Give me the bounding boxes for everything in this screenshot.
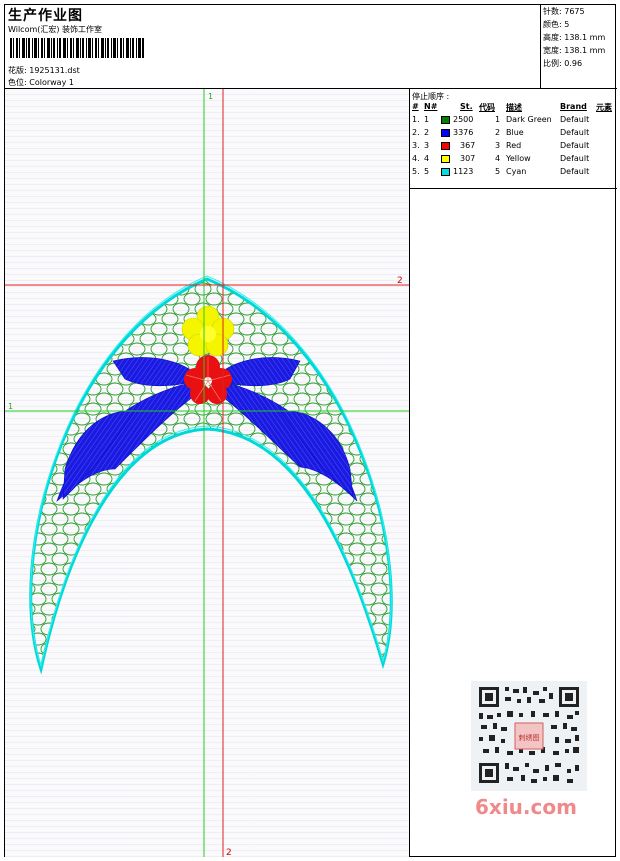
row-stitches: 367	[460, 141, 476, 150]
row-desc: Dark Green	[506, 115, 552, 124]
stop-sequence-title: 停止顺序 :	[412, 92, 450, 101]
col-brand-header: Brand	[560, 102, 587, 111]
design-preview: 1 1 2 2	[5, 89, 410, 857]
row-code: 4	[495, 154, 501, 163]
row-num: 3.	[412, 141, 420, 150]
design-filename: 花版: 1925131.dst	[8, 66, 80, 75]
row-num: 4.	[412, 154, 420, 163]
header-panel: 生产作业图 Wilcom(汇宏) 装饰工作室 花版: 1925131.dst 色…	[5, 5, 541, 89]
row-desc: Red	[506, 141, 522, 150]
color-swatch	[441, 116, 450, 124]
col-code-header: 代码	[479, 103, 495, 112]
row-code: 3	[495, 141, 501, 150]
table-row: 2. 2 3376 2 Blue Default	[410, 128, 617, 140]
row-brand: Default	[560, 141, 590, 150]
row-no: 2	[424, 128, 430, 137]
stop-sequence-panel: 停止顺序 : # N# St. 代码 描述 Brand 元素 1. 1 2500…	[410, 89, 617, 189]
qr-code: 刺绣图	[471, 681, 587, 791]
stitch-count: 针数: 7675	[543, 7, 585, 16]
worksheet: 生产作业图 Wilcom(汇宏) 装饰工作室 花版: 1925131.dst 色…	[4, 4, 617, 857]
row-stitches: 1123	[453, 167, 474, 176]
color-count: 颜色: 5	[543, 20, 570, 29]
row-code: 5	[495, 167, 501, 176]
design-height: 高度: 138.1 mm	[543, 33, 606, 42]
page-title: 生产作业图	[8, 8, 83, 24]
row-no: 4	[424, 154, 430, 163]
row-desc: Yellow	[506, 154, 531, 163]
red-vertical-label: 2	[226, 848, 232, 857]
green-horizontal-label: 1	[8, 402, 13, 411]
row-brand: Default	[560, 128, 590, 137]
row-no: 3	[424, 141, 430, 150]
barcode	[10, 38, 144, 58]
design-scale: 比例: 0.96	[543, 59, 583, 68]
qr-badge-text: 刺绣图	[519, 733, 540, 742]
color-swatch	[441, 155, 450, 163]
row-brand: Default	[560, 167, 590, 176]
row-desc: Blue	[506, 128, 524, 137]
row-code: 1	[495, 115, 501, 124]
table-row: 4. 4 307 4 Yellow Default	[410, 154, 617, 166]
color-swatch	[441, 142, 450, 150]
embroidery-design: 1 1 2 2	[5, 89, 409, 857]
row-stitches: 307	[460, 154, 476, 163]
row-num: 1.	[412, 115, 420, 124]
row-num: 5.	[412, 167, 420, 176]
row-stitches: 2500	[453, 115, 474, 124]
row-no: 5	[424, 167, 430, 176]
row-code: 2	[495, 128, 501, 137]
col-num-header: #	[412, 102, 419, 111]
red-horizontal-label: 2	[397, 276, 403, 286]
green-vertical-label: 1	[208, 92, 213, 101]
colorway-label: 色位: Colorway 1	[8, 78, 74, 87]
table-row: 1. 1 2500 1 Dark Green Default	[410, 115, 617, 127]
stats-panel: 针数: 7675 颜色: 5 高度: 138.1 mm 宽度: 138.1 mm…	[541, 5, 617, 89]
row-brand: Default	[560, 154, 590, 163]
row-no: 1	[424, 115, 430, 124]
row-stitches: 3376	[453, 128, 474, 137]
col-no-header: N#	[424, 102, 438, 111]
color-swatch	[441, 168, 450, 176]
table-row: 5. 5 1123 5 Cyan Default	[410, 167, 617, 179]
col-desc-header: 描述	[506, 103, 522, 112]
design-width: 宽度: 138.1 mm	[543, 46, 606, 55]
col-st-header: St.	[460, 102, 473, 111]
row-brand: Default	[560, 115, 590, 124]
company-name: Wilcom(汇宏) 装饰工作室	[8, 25, 103, 34]
color-swatch	[441, 129, 450, 137]
row-num: 2.	[412, 128, 420, 137]
col-elem-header: 元素	[596, 103, 612, 112]
row-desc: Cyan	[506, 167, 527, 176]
table-row: 3. 3 367 3 Red Default	[410, 141, 617, 153]
watermark-text: 6xiu.com	[475, 795, 577, 819]
